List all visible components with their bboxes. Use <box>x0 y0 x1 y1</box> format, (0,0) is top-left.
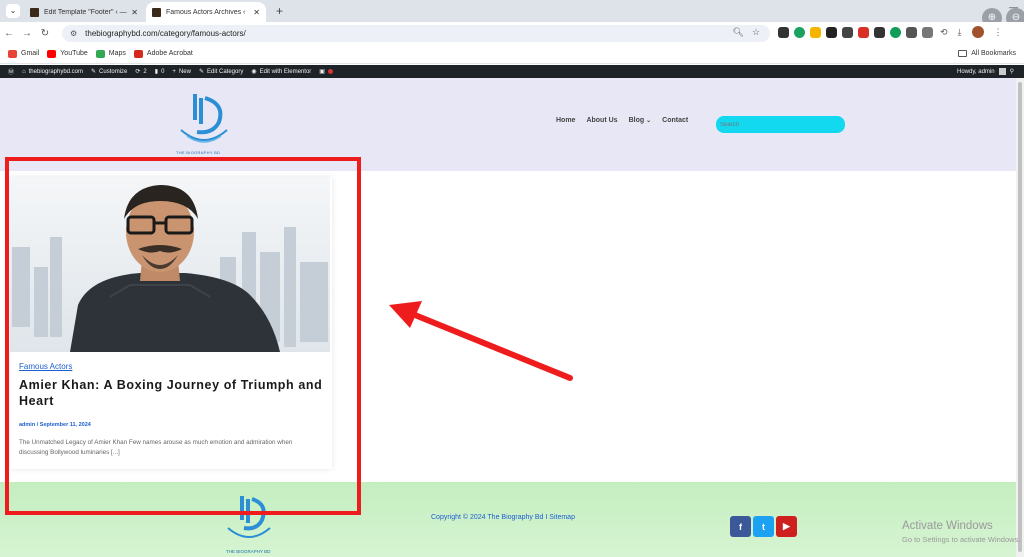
youtube-icon <box>47 49 57 58</box>
twitter-icon[interactable]: t <box>753 516 774 537</box>
admin-comments-link[interactable]: ▮ 0 <box>154 68 165 76</box>
url-text: thebiographybd.com/category/famous-actor… <box>85 29 246 38</box>
admin-site-link[interactable]: ⌂ thebiographybd.com <box>22 69 83 75</box>
admin-avatar <box>998 68 1006 75</box>
wp-logo-icon[interactable]: Ⓦ <box>8 67 14 76</box>
nav-contact[interactable]: Contact <box>662 117 688 124</box>
extension-icon[interactable] <box>842 27 853 38</box>
close-tab-icon[interactable]: ✕ <box>253 8 260 17</box>
tab-strip: ⌄ Edit Template "Footer" ‹ — Wo ✕ Famous… <box>0 0 1024 22</box>
sitemap-link[interactable]: Sitemap <box>549 514 575 521</box>
tab-edit-template[interactable]: Edit Template "Footer" ‹ — Wo ✕ <box>24 2 144 22</box>
admin-plugin-icon[interactable]: ▣ <box>319 68 325 75</box>
favicon-icon <box>152 7 161 17</box>
social-links: f t ▶ <box>730 516 797 537</box>
reload-icon[interactable]: ↻ <box>36 28 54 39</box>
pencil-icon: ✎ <box>198 69 204 75</box>
address-bar[interactable]: ⚙ thebiographybd.com/category/famous-act… <box>62 25 770 42</box>
admin-updates-link[interactable]: ⟳ 2 <box>135 68 146 76</box>
admin-elementor-link[interactable]: ◉ Edit with Elementor <box>251 68 311 76</box>
nav-home[interactable]: Home <box>556 117 575 124</box>
toolbar-right: ⟲ ⤓ ⋮ <box>940 26 1003 38</box>
menu-icon[interactable]: ⋮ <box>994 27 1003 38</box>
extension-icon[interactable] <box>874 27 885 38</box>
admin-customize-link[interactable]: ✎ Customize <box>91 68 127 76</box>
new-tab-button[interactable]: + <box>276 4 283 18</box>
bookmark-adobe-acrobat[interactable]: Adobe Acrobat <box>133 49 193 58</box>
bookmark-maps[interactable]: Maps <box>95 49 126 58</box>
extension-icon[interactable] <box>858 27 869 38</box>
extensions-area <box>778 27 933 38</box>
site-info-icon[interactable]: ⚙ <box>70 29 77 38</box>
windows-activation-watermark: Activate Windows Go to Settings to activ… <box>902 520 1021 544</box>
elementor-icon: ◉ <box>251 69 257 75</box>
brush-icon: ✎ <box>91 69 97 75</box>
maps-icon <box>95 49 105 58</box>
comment-icon: ▮ <box>154 69 159 75</box>
extension-icon[interactable] <box>778 27 789 38</box>
chevron-down-icon: ⌄ <box>646 118 652 124</box>
gmail-icon <box>8 49 17 58</box>
bookmark-youtube[interactable]: YouTube <box>47 49 88 58</box>
admin-account-menu[interactable]: Howdy, admin ⚲ <box>957 68 1014 75</box>
highlight-box-annotation <box>5 157 361 515</box>
scrollbar-thumb[interactable] <box>1018 82 1022 552</box>
admin-new-link[interactable]: + New <box>172 69 191 75</box>
search-icon[interactable]: ⚲ <box>1010 68 1014 75</box>
close-tab-icon[interactable]: ✕ <box>131 8 138 17</box>
status-dot-icon <box>327 69 333 74</box>
home-icon: ⌂ <box>22 68 26 75</box>
profile-avatar[interactable] <box>971 26 984 38</box>
logo-tagline: THE BIOGRAPHY BD <box>176 150 221 155</box>
zoom-icon[interactable]: 🔍︎ <box>732 27 743 38</box>
history-icon[interactable]: ⟲ <box>940 27 948 38</box>
bookmark-star-icon[interactable]: ☆ <box>752 27 760 38</box>
tab-title: Edit Template "Footer" ‹ — Wo <box>44 8 127 16</box>
tab-famous-actors[interactable]: Famous Actors Archives ‹ ✕ <box>146 2 266 22</box>
footer-logo-tagline: THE BIOGRAPHY BD <box>226 549 271 554</box>
bookmarks-bar: Gmail YouTube Maps Adobe Acrobat All Boo… <box>0 44 1024 64</box>
forward-icon[interactable]: → <box>18 28 36 39</box>
extension-icon[interactable] <box>810 27 821 38</box>
extension-icon[interactable] <box>826 27 837 38</box>
wp-admin-bar: Ⓦ ⌂ thebiographybd.com ✎ Customize ⟳ 2 ▮ 0 +… <box>0 65 1024 78</box>
admin-edit-category-link[interactable]: ✎ Edit Category <box>198 68 243 76</box>
nav-about-us[interactable]: About Us <box>586 117 617 124</box>
nav-blog[interactable]: Blog ⌄ <box>629 117 652 124</box>
facebook-icon[interactable]: f <box>730 516 751 537</box>
back-icon[interactable]: ← <box>0 28 18 39</box>
plus-icon: + <box>172 68 176 75</box>
tab-search-icon[interactable]: ⌄ <box>6 4 20 18</box>
main-navigation: Home About Us Blog ⌄ Contact <box>556 117 688 124</box>
youtube-icon[interactable]: ▶ <box>776 516 797 537</box>
download-icon[interactable]: ⤓ <box>958 27 962 38</box>
acrobat-icon <box>133 49 143 58</box>
extension-icon[interactable] <box>794 27 805 38</box>
extension-icon[interactable] <box>906 27 917 38</box>
site-logo[interactable] <box>175 92 233 158</box>
updates-icon: ⟳ <box>135 69 141 75</box>
extension-icon[interactable] <box>890 27 901 38</box>
bookmark-gmail[interactable]: Gmail <box>8 49 39 58</box>
tab-title: Famous Actors Archives ‹ <box>166 8 246 16</box>
search-input[interactable] <box>716 116 845 133</box>
all-bookmarks-button[interactable]: All Bookmarks <box>958 50 1016 57</box>
copyright-text: Copyright © 2024 The Biography Bd I Site… <box>431 514 575 521</box>
folder-icon <box>958 50 968 57</box>
puzzle-icon[interactable] <box>922 27 933 38</box>
favicon-icon <box>30 7 39 17</box>
